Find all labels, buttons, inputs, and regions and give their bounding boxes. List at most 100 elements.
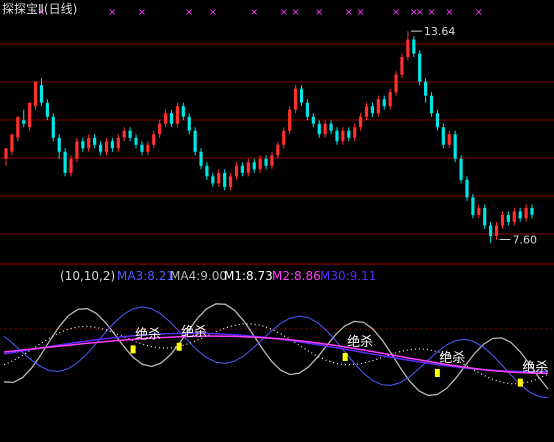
candle-body [288,109,292,131]
candle-body [158,123,162,135]
candle-body [329,123,333,131]
signal-bar [342,352,348,361]
candle-body [217,172,221,184]
candle-body [199,151,203,166]
candle-body [353,127,357,138]
signal-label: 绝杀 [347,334,373,350]
legend-ma3: MA3:8.21 [117,269,174,283]
candle-body [116,137,120,149]
signal-markers: × × × × × × × × × × × × ×× × × × [37,7,483,18]
chart-title: 探探宝Ⅱ(日线) [2,2,77,16]
candle-body [152,134,156,145]
signal-bar [517,378,523,387]
candle-body [264,158,268,166]
candle-body [228,176,233,187]
candle-body [293,88,298,110]
candle-body [240,165,245,173]
signal-marker: × [209,7,217,18]
signal-marker: × [138,7,146,18]
candle-body [75,141,79,159]
candle-body [347,130,351,138]
candle-body [441,127,445,145]
candle-body [270,155,274,166]
signal-marker: × [185,7,193,18]
candle-body [87,137,91,149]
candle-body [169,113,174,124]
candle-body [57,137,61,152]
candle-body [122,130,126,138]
signal-marker: × [392,7,400,18]
candle-body [211,176,215,184]
signal-marker: × [356,7,364,18]
signal-bar [434,369,440,378]
candle-body [51,116,55,138]
candle-body [530,207,534,215]
signal-label: 绝杀 [439,350,465,366]
candle-body [146,144,150,152]
candle-body [370,106,375,114]
signal-marker: × [475,7,483,18]
candle-body [110,141,114,149]
legend-m30: M30:9.11 [320,269,376,283]
candle-body [406,39,410,58]
stock-chart: × × × × × × × × × × × × ×× × × × 13.647.60 探探宝Ⅱ(日线) 绝杀绝… [0,2,554,399]
candle-body [181,106,185,117]
candle-body [252,162,256,170]
legend-params: (10,10,2) [60,269,115,283]
candle-body [33,81,38,107]
candle-body [10,134,14,152]
candle-body [140,144,144,152]
candle-body [453,134,457,159]
candle-body [311,116,315,124]
indicator-legend: (10,10,2) MA3:8.21 MA4:9.00 M1:8.73 M2:8… [60,269,376,283]
low-label: 7.60 [513,233,538,246]
candle-body [494,225,499,236]
candle-body [246,162,250,173]
candle-body [447,134,451,145]
candle-body [323,123,327,135]
candle-body [276,144,280,156]
candle-body [465,179,469,198]
ma4-line [3,303,549,397]
candle-body [193,130,197,152]
candle-body [258,158,262,170]
signal-marker: × [250,7,258,18]
candle-body [104,141,109,152]
candle-body [175,106,179,124]
legend-m1: M1:8.73 [224,269,273,283]
candle-body [471,197,475,215]
candle-body [81,141,85,149]
ma3-line [3,306,549,399]
candle-body [205,165,209,177]
candle-body [299,88,304,103]
candle-body [282,130,286,145]
candle-body [335,130,339,142]
candle-body [39,85,44,103]
candle-body [483,207,487,226]
signal-label: 绝杀 [135,326,161,342]
signal-bar [130,345,136,354]
candle-body [394,74,398,93]
candle-body [429,95,434,114]
candle-body [187,116,191,131]
candle-body [459,158,463,180]
signal-marker: × [416,7,424,18]
candle-body [69,158,73,173]
candle-body [512,211,516,222]
candle-body [477,207,481,215]
legend-ma4: MA4:9.00 [170,269,227,283]
candle-body [4,148,8,159]
candle-body [223,172,227,187]
signal-marker: × [291,7,299,18]
candle-body [382,99,386,107]
candle-body [45,102,49,117]
candle-body [364,106,369,117]
candle-body [63,151,67,173]
candle-body [22,120,26,124]
signal-marker: × [280,7,288,18]
candle-body [16,116,20,138]
candle-body [234,165,239,177]
signal-label: 绝杀 [522,360,548,376]
candle-body [518,211,522,219]
high-label: 13.64 [424,25,456,38]
